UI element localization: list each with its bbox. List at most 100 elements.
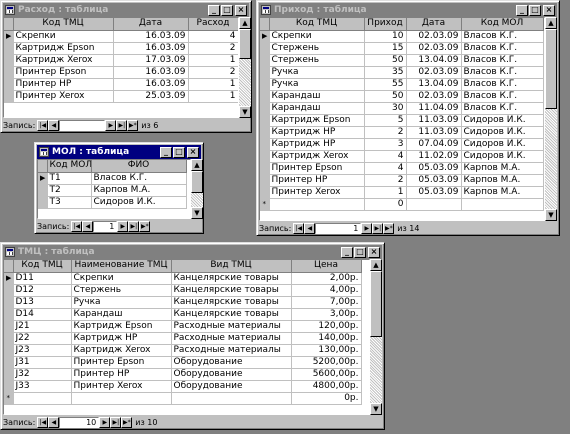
tmc-window[interactable]: ТМЦ : таблица _ □ × Код ТМЦ Наименование … [0,242,385,430]
table-cell[interactable]: Карпов М.А. [461,174,544,187]
last-record-icon[interactable]: ▶| [128,221,140,232]
record-number-field[interactable]: 1 [315,223,362,234]
prikhod-vscroll[interactable]: ▲ ▼ [545,17,557,221]
row-selector-header[interactable] [4,18,14,31]
table-cell[interactable]: Ручка [269,66,365,79]
table-cell[interactable]: Власов К.Г. [461,78,544,91]
table-row[interactable]: Принтер Xerox 1 05.03.09 Карпов М.А. [260,186,544,199]
prikhod-titlebar[interactable]: Приход : таблица _ □ × [259,3,557,17]
table-row[interactable]: Принтер HP 2 05.03.09 Карпов М.А. [260,174,544,187]
row-selector[interactable] [260,66,270,79]
scroll-thumb[interactable] [191,171,203,193]
table-cell[interactable]: 05.03.09 [406,186,462,199]
table-row[interactable]: Карандаш 50 02.03.09 Власов К.Г. [260,90,544,103]
mol-titlebar[interactable]: МОЛ : таблица _ □ × [37,145,201,159]
row-selector[interactable] [260,102,270,115]
table-cell[interactable]: 05.03.09 [406,174,462,187]
table-cell[interactable]: Канцелярские товары [171,284,292,297]
row-selector[interactable] [4,78,14,91]
first-record-icon[interactable]: |◀ [71,221,83,232]
column-header[interactable]: Наименование ТМЦ [71,260,172,273]
table-cell[interactable]: 2 [364,126,407,139]
table-cell[interactable]: T2 [47,184,92,197]
row-selector[interactable]: ▶ [4,30,14,43]
table-cell[interactable]: 5600,00р. [291,368,362,381]
scroll-up-arrow-icon[interactable]: ▲ [239,17,251,29]
table-cell[interactable]: 50 [364,90,407,103]
row-selector[interactable]: * [4,392,14,405]
row-selector[interactable] [4,356,14,369]
table-cell[interactable]: Принтер Epson [269,162,365,175]
table-cell[interactable]: 25.03.09 [113,90,189,103]
column-header[interactable]: Дата [406,18,462,31]
table-row[interactable]: J31 Принтер Epson Оборудование 5200,00р. [4,356,362,369]
table-cell[interactable]: 15 [364,42,407,55]
table-cell[interactable]: 1 [188,54,238,67]
table-cell[interactable]: 4,00р. [291,284,362,297]
table-cell[interactable]: 50 [364,54,407,67]
row-selector[interactable] [260,78,270,91]
close-button[interactable]: × [235,4,247,16]
scroll-thumb[interactable] [370,271,382,337]
row-selector[interactable] [4,380,14,393]
row-selector[interactable] [260,138,270,151]
table-row[interactable]: J23 Картридж Xerox Расходные материалы 130,… [4,344,362,357]
minimize-button[interactable]: _ [160,146,172,158]
close-button[interactable]: × [543,4,555,16]
close-button[interactable]: × [187,146,199,158]
table-cell[interactable]: 11.03.09 [406,114,462,127]
table-cell[interactable]: 2 [364,174,407,187]
row-selector[interactable] [4,90,14,103]
table-row[interactable]: Картридж HP 3 07.04.09 Сидоров И.К. [260,138,544,151]
raskhod-window[interactable]: Расход : таблица _ □ × Код ТМЦ Дата Расход… [0,0,252,133]
prev-record-icon[interactable]: ◀ [82,221,94,232]
row-selector[interactable] [4,66,14,79]
table-cell[interactable]: 02.03.09 [406,42,462,55]
table-cell[interactable]: 16.03.09 [113,78,189,91]
scroll-thumb[interactable] [545,29,557,109]
table-cell[interactable]: Принтер HP [13,78,114,91]
table-row[interactable]: Карандаш 30 11.04.09 Власов К.Г. [260,102,544,115]
column-header[interactable]: Расход [188,18,238,31]
table-cell[interactable]: Канцелярские товары [171,308,292,321]
table-cell[interactable]: Стержень [269,42,365,55]
table-cell[interactable] [171,392,292,405]
scroll-down-arrow-icon[interactable]: ▼ [239,106,251,118]
table-cell[interactable]: Картридж Xerox [71,344,172,357]
table-row[interactable]: J33 Принтер Xerox Оборудование 4800,00р. [4,380,362,393]
table-cell[interactable]: 17.03.09 [113,54,189,67]
table-cell[interactable]: J31 [13,356,72,369]
table-cell[interactable]: 11.03.09 [406,126,462,139]
table-row[interactable]: Принтер HP 16.03.09 1 [4,78,238,91]
row-selector[interactable] [4,368,14,381]
table-row[interactable]: D13 Ручка Канцелярские товары 7,00р. [4,296,362,309]
last-record-icon[interactable]: ▶| [372,223,384,234]
minimize-button[interactable]: _ [208,4,220,16]
maximize-button[interactable]: □ [173,146,185,158]
table-cell[interactable]: Принтер Epson [71,356,172,369]
table-cell[interactable]: Сидоров И.К. [461,138,544,151]
table-row[interactable]: * 0р. [4,392,362,405]
row-selector[interactable] [4,332,14,345]
scroll-up-arrow-icon[interactable]: ▲ [191,159,203,171]
prev-record-icon[interactable]: ◀ [48,417,60,428]
table-row[interactable]: Картридж Epson 5 11.03.09 Сидоров И.К. [260,114,544,127]
table-cell[interactable]: 0 [364,198,407,211]
table-cell[interactable]: Картридж HP [269,126,365,139]
table-cell[interactable]: Карандаш [269,102,365,115]
new-record-icon[interactable]: ▶* [383,223,395,234]
table-row[interactable]: Картридж Xerox 4 11.02.09 Сидоров И.К. [260,150,544,163]
column-header[interactable]: Приход [364,18,407,31]
table-row[interactable]: * 0 [260,198,544,211]
table-cell[interactable]: Принтер Epson [13,66,114,79]
row-selector[interactable] [260,42,270,55]
table-row[interactable]: Картридж Epson 16.03.09 2 [4,42,238,55]
first-record-icon[interactable]: |◀ [293,223,305,234]
row-selector-header[interactable] [4,260,14,273]
table-cell[interactable]: 2 [188,66,238,79]
new-record-icon[interactable]: ▶* [127,120,139,131]
table-cell[interactable]: 4 [364,162,407,175]
table-cell[interactable]: 130,00р. [291,344,362,357]
table-row[interactable]: Картридж HP 2 11.03.09 Сидоров И.К. [260,126,544,139]
table-cell[interactable]: Стержень [269,54,365,67]
